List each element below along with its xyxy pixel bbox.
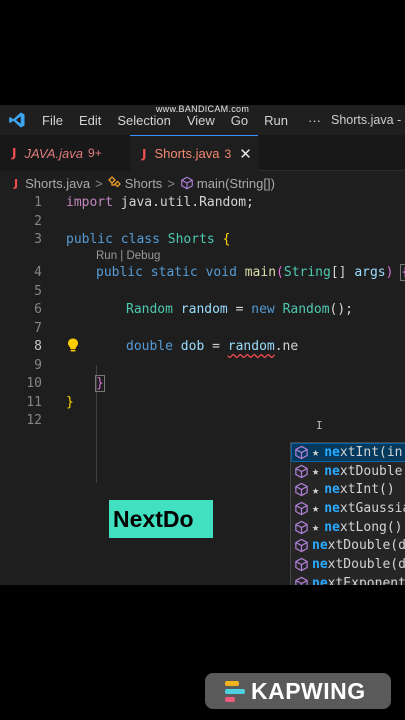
breadcrumb-method[interactable]: main(String[]) — [197, 176, 275, 191]
suggestion-item[interactable]: ★ ne xtInt() — [291, 480, 405, 499]
suggestion-label: xtInt(in — [339, 444, 403, 460]
code-line-6: Random random = new Random(); — [126, 302, 354, 317]
method-cube-icon — [180, 176, 194, 190]
suggestion-label: xtLong() — [339, 519, 403, 535]
suggestion-item[interactable]: nextDouble(do — [291, 536, 405, 555]
suggestion-label: xtGaussia — [339, 500, 405, 516]
suggestion-match: ne — [312, 538, 328, 554]
line-number: 7 — [34, 321, 42, 336]
breadcrumb-class[interactable]: Shorts — [125, 176, 163, 191]
suggestion-item[interactable]: ★ ne xtLong() — [291, 518, 405, 537]
class-icon — [107, 175, 122, 191]
line-number: 8 — [34, 339, 42, 354]
java-file-icon: J — [12, 146, 17, 160]
autocomplete-suggestions[interactable]: ★ ne xtInt(in ★ ne xtDouble ★ ne xtInt() ★ ne xtGau… — [290, 442, 405, 585]
line-number: 2 — [34, 213, 42, 229]
method-cube-icon — [294, 464, 312, 479]
suggestion-label: xtDouble(do — [327, 538, 405, 554]
suggestion-match: ne — [324, 519, 340, 535]
menu-file[interactable]: File — [34, 113, 71, 128]
suggestion-match: ne — [324, 500, 340, 516]
code-line-3: public class Shorts { — [66, 232, 231, 247]
suggestion-label: xtDouble(do — [327, 556, 405, 572]
java-file-icon: J — [14, 176, 19, 190]
intellicode-star-icon: ★ — [312, 445, 320, 460]
line-number: 5 — [34, 284, 42, 299]
breadcrumb: J Shorts.java > Shorts > main(String[]) — [0, 171, 405, 195]
method-cube-icon — [294, 520, 312, 535]
intellicode-star-icon: ★ — [312, 520, 320, 535]
method-cube-icon — [294, 501, 312, 516]
intellicode-star-icon: ★ — [312, 501, 320, 516]
suggestion-match: ne — [324, 444, 340, 460]
line-number: 12 — [26, 413, 42, 428]
menu-run[interactable]: Run — [256, 113, 296, 128]
tab-java-java[interactable]: J JAVA.java 9+ — [0, 135, 130, 171]
suggestion-label: xtDouble — [339, 463, 403, 479]
line-number: 3 — [34, 232, 42, 247]
recording-watermark: www.BANDICAM.com — [155, 104, 250, 114]
intellicode-star-icon: ★ — [312, 464, 320, 479]
menu-edit[interactable]: Edit — [71, 113, 109, 128]
tab-label: JAVA.java — [24, 145, 84, 161]
video-caption: NextDo — [109, 500, 213, 538]
breadcrumb-separator: > — [95, 175, 103, 191]
method-cube-icon — [294, 445, 312, 460]
close-tab-icon[interactable]: ✕ — [239, 145, 252, 163]
suggestion-item[interactable]: ★ ne xtInt(in — [291, 443, 405, 462]
code-line-11: } — [66, 395, 74, 410]
line-number: 9 — [34, 358, 42, 373]
suggestion-match: ne — [312, 556, 328, 572]
suggestion-item[interactable]: ★ ne xtDouble — [291, 462, 405, 481]
method-cube-icon — [294, 482, 312, 497]
intellicode-star-icon: ★ — [312, 482, 320, 497]
suggestion-item[interactable]: ★ ne xtGaussia — [291, 499, 405, 518]
suggestion-label: xtExponenti — [327, 575, 405, 585]
tab-label: Shorts.java — [154, 146, 220, 161]
kapwing-watermark: KAPWING — [205, 673, 391, 709]
method-cube-icon — [294, 576, 312, 585]
editor-tabs: J JAVA.java 9+ J Shorts.java 3 ✕ — [0, 135, 405, 171]
suggestion-match: ne — [324, 482, 340, 498]
menu-more-button[interactable]: ··· — [296, 113, 333, 128]
problem-count-badge: 9+ — [88, 146, 102, 160]
breadcrumb-separator: > — [167, 175, 175, 191]
code-line-1: import java.util.Random; — [66, 195, 254, 210]
kapwing-logo-icon — [225, 680, 245, 702]
kapwing-wordmark: KAPWING — [251, 677, 366, 704]
method-cube-icon — [294, 557, 312, 572]
suggestion-match: ne — [312, 575, 328, 585]
problem-count-badge: 3 — [224, 146, 232, 161]
menu-go[interactable]: Go — [223, 113, 256, 128]
code-line-10: } — [95, 375, 105, 392]
line-number: 10 — [26, 376, 42, 391]
suggestion-item[interactable]: nextExponenti — [291, 574, 405, 585]
line-number: 6 — [34, 302, 42, 317]
menu-selection[interactable]: Selection — [109, 113, 178, 128]
lightbulb-icon[interactable] — [66, 337, 80, 357]
code-line-4: public static void main(String[] args) { — [96, 264, 405, 281]
java-file-icon: J — [142, 146, 147, 161]
suggestion-item[interactable]: nextDouble(do — [291, 555, 405, 574]
line-number: 11 — [26, 395, 42, 410]
codelens-run-debug[interactable]: Run | Debug — [96, 250, 160, 262]
line-number: 1 — [34, 195, 42, 210]
method-cube-icon — [294, 538, 312, 553]
breadcrumb-file[interactable]: Shorts.java — [25, 176, 90, 191]
suggestion-match: ne — [324, 463, 340, 479]
code-line-8: double dob = random.ne — [126, 339, 299, 354]
menu-view[interactable]: View — [179, 113, 223, 128]
suggestion-label: xtInt() — [339, 482, 395, 498]
mouse-cursor-icon: I — [316, 419, 323, 432]
window-title: Shorts.java - JA — [331, 113, 405, 127]
line-number: 4 — [34, 265, 42, 280]
tab-shorts-java[interactable]: J Shorts.java 3 ✕ — [130, 135, 258, 171]
